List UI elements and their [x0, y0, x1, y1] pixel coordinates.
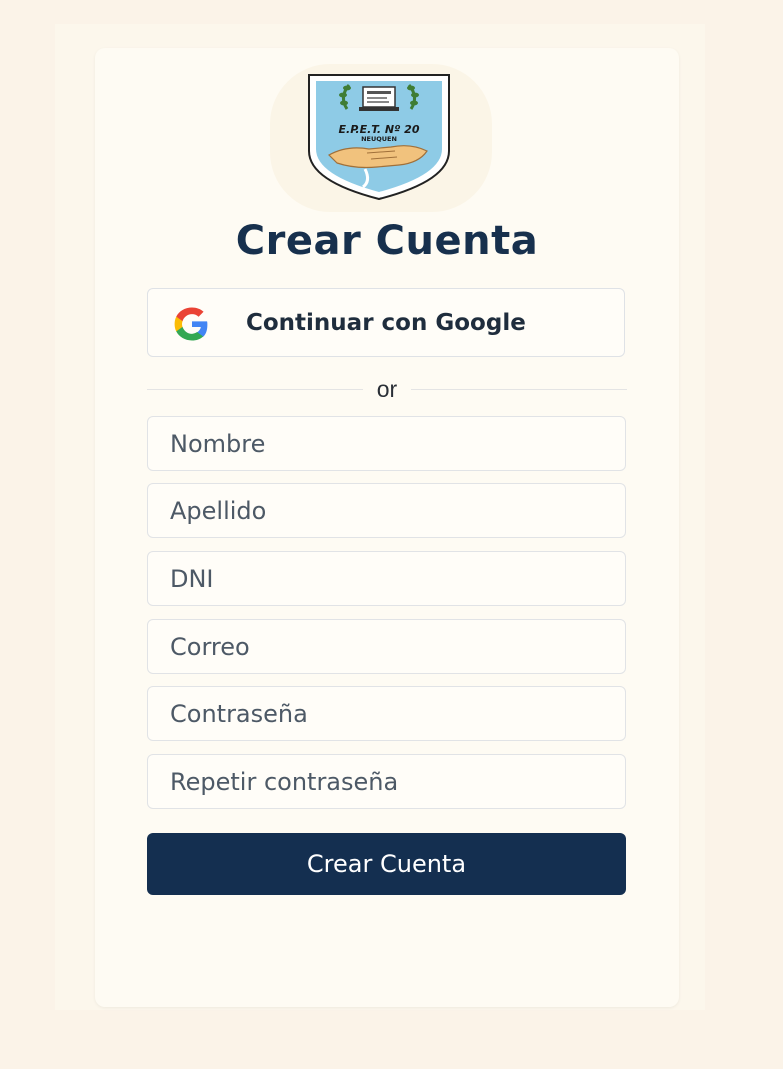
google-signin-button[interactable]: Continuar con Google [147, 288, 625, 357]
dni-input[interactable] [147, 551, 626, 606]
logo-city: NEUQUEN [361, 135, 397, 143]
google-button-label: Continuar con Google [246, 310, 526, 336]
apellido-input[interactable] [147, 483, 626, 538]
correo-input[interactable] [147, 619, 626, 674]
divider-text: or [376, 376, 398, 402]
password-input[interactable] [147, 686, 626, 741]
page-title: Crear Cuenta [235, 218, 539, 264]
google-g-icon [174, 307, 208, 341]
monitor-icon [359, 86, 399, 111]
repeat-password-input[interactable] [147, 754, 626, 809]
school-logo: E.P.E.T. Nº 20 NEUQUEN [308, 74, 450, 201]
create-account-button[interactable]: Crear Cuenta [147, 833, 626, 895]
or-divider: or [147, 376, 627, 402]
nombre-input[interactable] [147, 416, 626, 471]
